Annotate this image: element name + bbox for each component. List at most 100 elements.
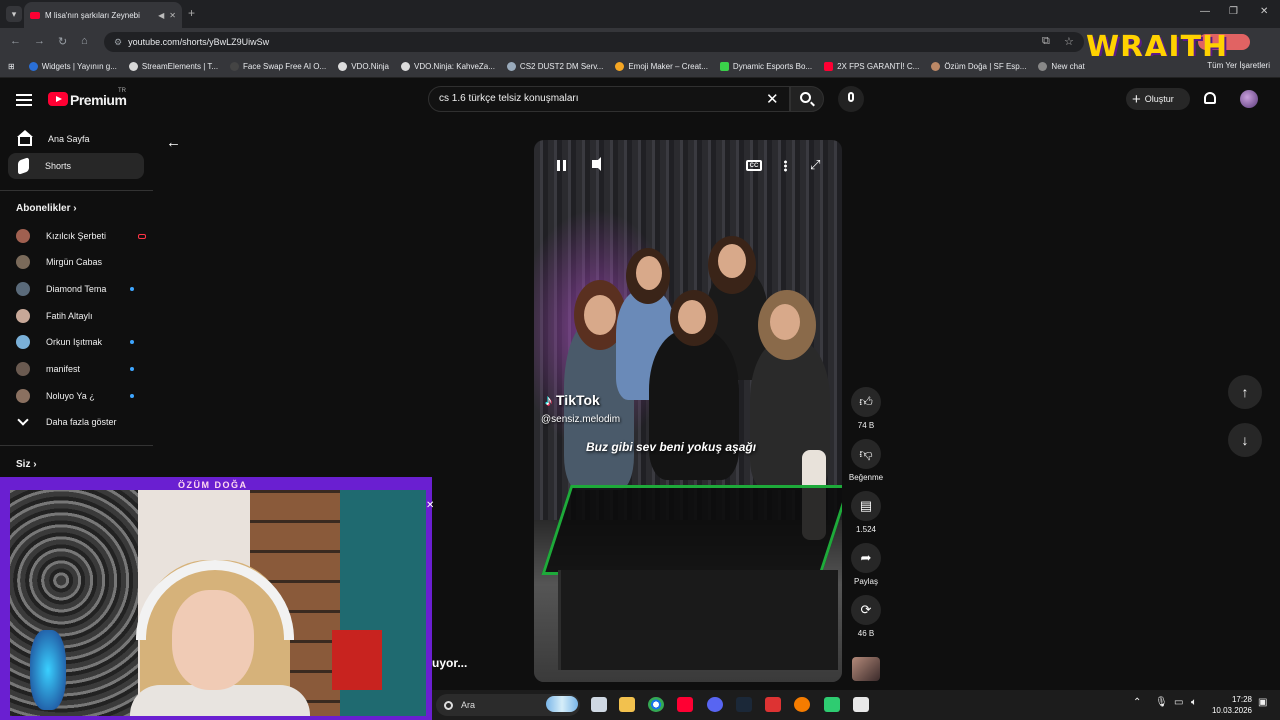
channel-avatar bbox=[16, 255, 30, 269]
subscription-item[interactable]: Fatih Altaylı bbox=[16, 306, 146, 326]
tray-volume-icon[interactable]: 🔈︎ bbox=[1191, 697, 1197, 708]
globe-icon bbox=[28, 62, 38, 71]
bookmark-item[interactable]: Widgets | Yayının g... bbox=[28, 62, 117, 71]
previous-short-button[interactable]: ↑ bbox=[1228, 375, 1262, 409]
task-view-icon[interactable] bbox=[591, 697, 607, 712]
subscription-item[interactable]: manifest bbox=[16, 359, 146, 379]
subscription-item[interactable]: Noluyo Ya ¿ bbox=[16, 386, 146, 406]
green-app-icon[interactable] bbox=[824, 697, 840, 712]
reload-icon[interactable]: ↻ bbox=[58, 35, 67, 48]
search-box[interactable] bbox=[428, 86, 790, 112]
all-bookmarks[interactable]: Tüm Yer İşaretleri bbox=[1207, 61, 1270, 70]
file-explorer-icon[interactable] bbox=[619, 697, 635, 712]
subscription-item[interactable]: Mirgün Cabas bbox=[16, 252, 146, 272]
pause-icon[interactable] bbox=[557, 160, 560, 171]
new-tab-button[interactable]: + bbox=[188, 6, 195, 20]
close-window-icon[interactable]: ✕ bbox=[1260, 6, 1268, 17]
youtube-app-icon[interactable] bbox=[677, 697, 693, 712]
account-avatar[interactable] bbox=[1240, 90, 1258, 108]
tab-audio-icon[interactable]: ◀ bbox=[158, 11, 164, 20]
video-person-face bbox=[584, 295, 616, 335]
subscription-item[interactable]: Orkun Işıtmak bbox=[16, 332, 146, 352]
tray-mic-icon[interactable]: 🎙︎ bbox=[1155, 697, 1168, 708]
dislike-button[interactable]: 👎︎ Beğenme bbox=[848, 439, 884, 482]
sidebar-item-shorts[interactable]: Shorts bbox=[8, 153, 144, 179]
bookmark-item[interactable]: Özüm Doğa | SF Esp... bbox=[931, 62, 1026, 71]
back-arrow-icon[interactable]: ← bbox=[166, 134, 181, 151]
remix-icon: ⟳ bbox=[851, 595, 881, 625]
steam-icon[interactable] bbox=[736, 697, 752, 712]
bookmark-item[interactable]: 2X FPS GARANTİ! C... bbox=[824, 62, 919, 71]
home-browser-icon[interactable]: ⌂ bbox=[81, 35, 88, 47]
comment-count: 1.524 bbox=[855, 525, 877, 534]
tab-title: M lisa'nın şarkıları Zeynebi bbox=[45, 10, 140, 20]
bookmark-item[interactable]: Face Swap Free AI O... bbox=[230, 62, 326, 71]
sound-channel-thumbnail[interactable] bbox=[852, 657, 880, 681]
you-heading-label: Siz bbox=[16, 459, 31, 470]
minimize-icon[interactable]: — bbox=[1200, 6, 1210, 17]
comment-icon: ▤ bbox=[851, 491, 881, 521]
subscriptions-heading[interactable]: Abonelikler › bbox=[16, 203, 77, 214]
create-button[interactable]: + Oluştur bbox=[1126, 88, 1190, 110]
bookmark-item[interactable]: StreamElements | T... bbox=[128, 62, 218, 71]
tray-chevron-up-icon[interactable]: ⌃ bbox=[1133, 697, 1141, 708]
shorts-video-player[interactable] bbox=[534, 140, 842, 682]
youtube-logo-icon[interactable] bbox=[48, 92, 68, 106]
share-button[interactable]: ➦ Paylaş bbox=[848, 543, 884, 586]
bookmark-item[interactable]: Dynamic Esports Bo... bbox=[719, 62, 812, 71]
notifications-icon[interactable]: ▣ bbox=[1258, 697, 1267, 708]
next-short-button[interactable]: ↓ bbox=[1228, 423, 1262, 457]
orange-app-icon[interactable] bbox=[794, 697, 810, 712]
restore-icon[interactable]: ❐ bbox=[1229, 6, 1238, 17]
url-field[interactable]: ⚙ youtube.com/shorts/yBwLZ9UiwSw bbox=[104, 32, 1084, 52]
menu-icon[interactable] bbox=[16, 94, 32, 106]
video-table bbox=[541, 485, 842, 575]
volume-icon[interactable] bbox=[592, 157, 601, 171]
discord-icon[interactable] bbox=[707, 697, 723, 712]
you-heading[interactable]: Siz › bbox=[16, 459, 37, 470]
url-text: youtube.com/shorts/yBwLZ9UiwSw bbox=[128, 37, 270, 47]
tab-search-button[interactable]: ▾ bbox=[6, 6, 22, 22]
subscription-item[interactable]: Diamond Tema bbox=[16, 279, 146, 299]
bookmark-label: New chat bbox=[1051, 62, 1085, 71]
comments-button[interactable]: ▤ 1.524 bbox=[848, 491, 884, 534]
taskbar-clock[interactable]: 17:28 10.03.2026 bbox=[1208, 694, 1252, 716]
bookmark-label: Özüm Doğa | SF Esp... bbox=[944, 62, 1027, 71]
clear-search-icon[interactable]: ✕ bbox=[766, 90, 779, 108]
shield-app-icon[interactable] bbox=[765, 697, 781, 712]
plus-icon: + bbox=[1132, 90, 1141, 108]
install-app-icon[interactable]: ⧉ bbox=[1042, 35, 1050, 48]
chrome-icon[interactable] bbox=[648, 697, 664, 712]
sidebar-item-home[interactable]: Ana Sayfa bbox=[8, 126, 144, 152]
subscription-item[interactable]: Kızılcık Şerbeti bbox=[16, 226, 146, 246]
country-code: TR bbox=[118, 88, 126, 94]
bookmark-item[interactable]: New chat bbox=[1038, 62, 1085, 71]
create-label: Oluştur bbox=[1144, 94, 1174, 104]
obs-like-app-icon[interactable] bbox=[853, 697, 869, 712]
back-icon[interactable]: ← bbox=[10, 35, 21, 47]
tray-network-icon[interactable]: ▭ bbox=[1174, 697, 1183, 708]
remix-button[interactable]: ⟳ 46 B bbox=[848, 595, 884, 638]
search-input[interactable] bbox=[439, 93, 759, 104]
bookmark-item[interactable]: VDO.Ninja bbox=[338, 62, 389, 71]
video-person bbox=[649, 330, 739, 480]
bookmark-star-icon[interactable]: ☆ bbox=[1064, 35, 1074, 48]
browser-tab[interactable]: M lisa'nın şarkıları Zeynebi ◀ ✕ bbox=[24, 2, 182, 28]
bookmark-item[interactable]: VDO.Ninja: KahveZa... bbox=[401, 62, 495, 71]
forward-icon[interactable]: → bbox=[34, 35, 45, 47]
tab-close-icon[interactable]: ✕ bbox=[169, 11, 176, 20]
youtube-brand[interactable]: Premium bbox=[70, 92, 127, 108]
bookmark-item[interactable]: Emoji Maker – Creat... bbox=[615, 62, 708, 71]
site-info-icon[interactable]: ⚙ bbox=[114, 37, 122, 48]
like-button[interactable]: 👍︎ 74 B bbox=[848, 387, 884, 430]
pause-icon-bar bbox=[563, 160, 566, 171]
captions-icon[interactable]: CC bbox=[746, 160, 762, 171]
subscription-label: Fatih Altaylı bbox=[46, 311, 93, 321]
channel-avatar bbox=[16, 389, 30, 403]
apps-icon[interactable]: ⊞ bbox=[8, 62, 15, 71]
bookmark-item[interactable]: CS2 DUST2 DM Serv... bbox=[506, 62, 603, 71]
show-more-button[interactable]: Daha fazla göster bbox=[16, 412, 146, 432]
fullscreen-icon[interactable]: ⤢ bbox=[810, 157, 820, 173]
notifications-bell-icon[interactable] bbox=[1204, 92, 1216, 104]
more-options-icon[interactable] bbox=[784, 160, 787, 172]
